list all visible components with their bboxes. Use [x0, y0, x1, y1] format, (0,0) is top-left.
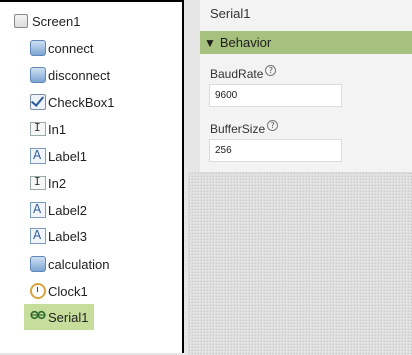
help-icon[interactable]: ? [267, 120, 279, 131]
baudrate-input[interactable]: 9600 [209, 84, 342, 107]
textbox-icon [30, 175, 46, 190]
button-icon [30, 256, 46, 272]
section-header-label: Behavior [219, 35, 272, 50]
screen-icon [14, 14, 28, 28]
checkbox-icon [30, 94, 46, 110]
tree-item-label: calculation [48, 256, 110, 272]
properties-title: Serial1 [210, 6, 251, 21]
designer-root: Screen1 connect disconnect CheckBox1 In1… [0, 0, 412, 355]
component-tree: Screen1 connect disconnect CheckBox1 In1… [0, 0, 184, 353]
tree-item-connect[interactable]: connect [30, 36, 94, 60]
buffersize-input[interactable]: 256 [209, 139, 342, 162]
tree-item-disconnect[interactable]: disconnect [30, 63, 110, 87]
label-icon [30, 202, 46, 218]
textbox-icon [30, 121, 46, 136]
buffersize-label: BufferSize ? [210, 120, 279, 136]
tree-item-serial1[interactable]: Serial1 [24, 304, 95, 330]
baudrate-label-text: BaudRate [210, 67, 264, 81]
tree-item-label: Label2 [48, 202, 88, 218]
tree-item-label: Label1 [48, 148, 88, 164]
viewer-background [188, 172, 412, 355]
tree-item-label: In1 [48, 121, 67, 137]
baudrate-label: BaudRate ? [210, 65, 277, 81]
tree-item-label: In2 [48, 175, 67, 191]
buffersize-label-text: BufferSize [210, 122, 266, 136]
tree-item-calculation[interactable]: calculation [30, 252, 109, 276]
tree-item-label3[interactable]: Label3 [30, 224, 87, 248]
tree-item-label: Serial1 [48, 309, 89, 325]
tree-item-in1[interactable]: In1 [30, 117, 66, 141]
tree-item-label: Clock1 [48, 283, 88, 299]
tree-item-label: CheckBox1 [48, 94, 115, 110]
label-icon [30, 148, 46, 164]
button-icon [30, 40, 46, 56]
section-header-behavior[interactable]: ▼ Behavior [200, 31, 412, 54]
tree-item-label2[interactable]: Label2 [30, 198, 87, 222]
tree-item-checkbox1[interactable]: CheckBox1 [30, 90, 114, 114]
tree-item-label: disconnect [48, 67, 111, 83]
help-icon[interactable]: ? [265, 65, 277, 76]
tree-item-label1[interactable]: Label1 [30, 144, 87, 168]
collapse-triangle-icon: ▼ [204, 35, 216, 50]
tree-item-label: Screen1 [32, 13, 81, 29]
tree-item-label: connect [48, 40, 94, 56]
tree-item-label: Label3 [48, 228, 88, 244]
label-icon [30, 228, 46, 244]
clock-icon [30, 283, 46, 299]
button-icon [30, 67, 46, 83]
serial-icon [30, 309, 46, 325]
tree-item-in2[interactable]: In2 [30, 171, 66, 195]
tree-item-clock1[interactable]: Clock1 [30, 279, 88, 303]
tree-item-screen1[interactable]: Screen1 [14, 9, 80, 33]
